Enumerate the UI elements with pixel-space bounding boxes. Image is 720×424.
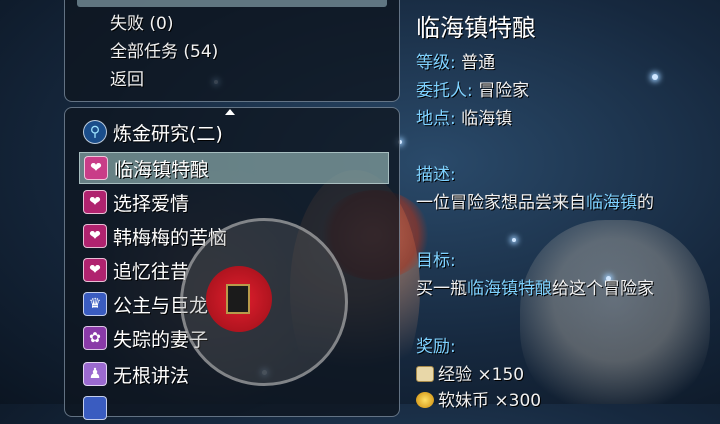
heart-icon: ❤ (83, 224, 107, 248)
goal-label-text: 目标: (416, 251, 456, 271)
goal-label: 目标: (416, 246, 456, 271)
description-label: 描述: (416, 160, 456, 185)
quest-location: 地点: 临海镇 (416, 104, 512, 129)
quest-row[interactable]: ❤ 选择爱情 (79, 186, 389, 218)
description-text: 一位冒险家想品尝来自临海镇的 (416, 188, 654, 213)
location-label: 地点: (416, 109, 456, 129)
reward-experience-text: 经验 ×150 (438, 365, 525, 385)
level-value: 普通 (461, 53, 496, 73)
scroll-icon (416, 366, 434, 382)
quest-label: 炼金研究(二) (113, 122, 223, 145)
quest-row-selected[interactable]: ❤ 临海镇特酿 (79, 152, 389, 184)
quest-client: 委托人: 冒险家 (416, 76, 529, 101)
quest-level: 等级: 普通 (416, 48, 495, 73)
crown-icon: ♛ (83, 292, 107, 316)
quest-label: 临海镇特酿 (114, 158, 210, 181)
menu-item-failed[interactable]: 失败 (0) (110, 9, 173, 34)
quest-row-partial[interactable] (79, 392, 389, 424)
menu-item-all-quests[interactable]: 全部任务 (54) (110, 37, 218, 62)
heart-icon: ❤ (83, 190, 107, 214)
swirl-icon: ✿ (83, 326, 107, 350)
previous-menu-item-highlight[interactable] (77, 0, 387, 7)
people-icon: ♟ (83, 362, 107, 386)
description-prefix: 一位冒险家想品尝来自 (416, 193, 586, 213)
quest-icon (83, 396, 107, 420)
reward-currency: 软妹币 ×300 (416, 386, 541, 411)
filter-menu-panel: 失败 (0) 全部任务 (54) 返回 (64, 0, 400, 102)
level-label: 等级: (416, 53, 456, 73)
goal-text: 买一瓶临海镇特酿给这个冒险家 (416, 274, 654, 299)
heart-icon: ❤ (83, 258, 107, 282)
quest-label: 追忆往昔 (113, 260, 190, 283)
reward-label-text: 奖励: (416, 337, 456, 357)
client-label: 委托人: (416, 81, 473, 101)
quest-detail-panel: 临海镇特酿 等级: 普通 委托人: 冒险家 地点: 临海镇 描述: 一位冒险家想… (416, 0, 720, 411)
reward-currency-text: 软妹币 ×300 (438, 391, 542, 411)
description-suffix: 的 (637, 193, 654, 213)
client-value: 冒险家 (478, 81, 530, 101)
quest-title: 临海镇特酿 (416, 14, 536, 42)
quest-row[interactable]: ⚲ 炼金研究(二) (79, 116, 389, 148)
reward-experience: 经验 ×150 (416, 360, 524, 385)
coin-icon (416, 392, 434, 408)
scroll-up-arrow-icon[interactable] (225, 109, 235, 115)
description-label-text: 描述: (416, 165, 456, 185)
joystick-emblem-icon (226, 284, 250, 314)
goal-suffix: 给这个冒险家 (552, 279, 654, 299)
quest-label: 选择爱情 (113, 192, 190, 215)
heart-icon: ❤ (84, 156, 108, 180)
location-value: 临海镇 (461, 109, 513, 129)
description-highlight: 临海镇 (586, 193, 637, 213)
reward-label: 奖励: (416, 332, 456, 357)
magnifier-icon: ⚲ (83, 120, 107, 144)
goal-prefix: 买一瓶 (416, 279, 467, 299)
quest-label: 无根讲法 (113, 364, 190, 387)
goal-highlight: 临海镇特酿 (467, 279, 552, 299)
menu-item-back[interactable]: 返回 (110, 65, 144, 90)
